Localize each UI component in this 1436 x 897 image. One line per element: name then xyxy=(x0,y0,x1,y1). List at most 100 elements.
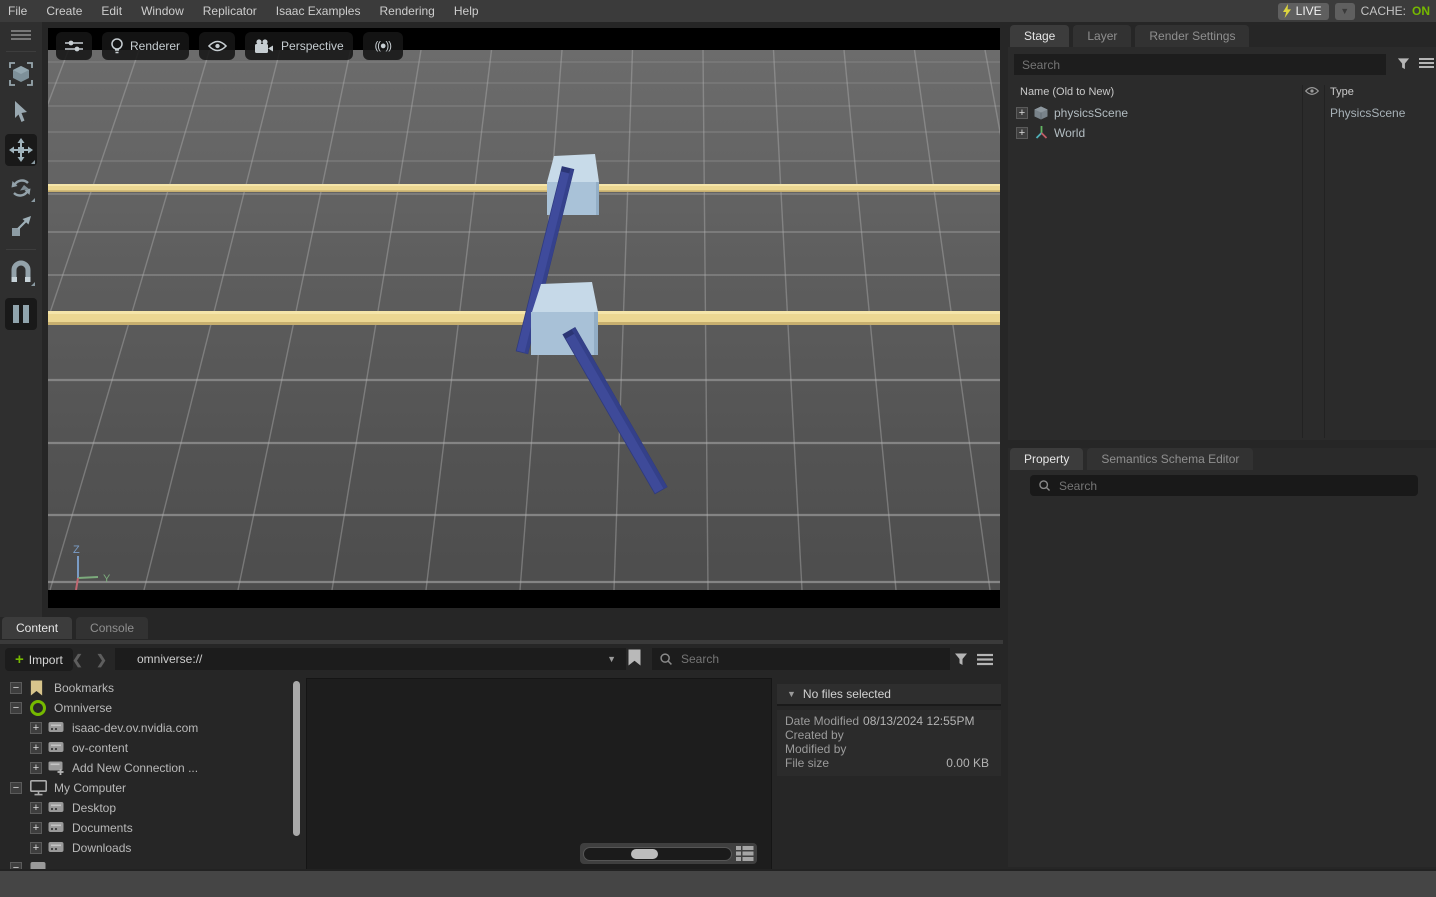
thumbnail-size-slider[interactable] xyxy=(580,843,757,864)
expand-plus-icon[interactable]: + xyxy=(30,742,42,754)
scale-tool-icon[interactable] xyxy=(5,210,37,242)
expand-plus-icon[interactable]: + xyxy=(1016,107,1028,119)
property-search[interactable] xyxy=(1030,475,1418,496)
stage-options-icon[interactable] xyxy=(1419,57,1434,69)
camera-label: Perspective xyxy=(281,39,344,53)
visibility-button[interactable] xyxy=(199,32,235,60)
tab-stage[interactable]: Stage xyxy=(1010,25,1069,47)
path-dropdown-icon[interactable]: ▼ xyxy=(607,654,616,664)
stage-search-input[interactable] xyxy=(1014,54,1386,75)
letterbox-bottom xyxy=(48,590,1000,608)
server-icon xyxy=(48,720,64,734)
expand-plus-icon[interactable]: + xyxy=(30,722,42,734)
folder-tree: − Bookmarks − Omniverse + isaac-dev.ov.n… xyxy=(0,678,303,883)
filter-funnel-icon[interactable] xyxy=(953,651,969,667)
tab-semantics-schema-editor[interactable]: Semantics Schema Editor xyxy=(1087,448,1253,470)
lightning-bolt-icon xyxy=(1282,4,1292,18)
prim-type: PhysicsScene xyxy=(1330,106,1405,120)
select-cursor-icon[interactable] xyxy=(5,96,37,128)
tree-item-bookmarks[interactable]: − Bookmarks xyxy=(0,678,303,698)
axis-z-label: Z xyxy=(73,544,80,556)
stage-row-physicsscene[interactable]: + physicsScene PhysicsScene xyxy=(1008,103,1436,123)
renderer-label: Renderer xyxy=(130,39,180,53)
details-header[interactable]: ▼ No files selected xyxy=(777,684,1001,706)
grid-view-icon[interactable] xyxy=(736,846,754,861)
filter-funnel-icon[interactable] xyxy=(1396,56,1411,71)
expand-plus-icon[interactable]: + xyxy=(1016,127,1028,139)
menu-lines-icon[interactable] xyxy=(5,26,37,44)
collapse-minus-icon[interactable]: − xyxy=(10,702,22,714)
import-button[interactable]: + Import xyxy=(5,648,73,671)
details-header-text: No files selected xyxy=(803,687,891,701)
viewport-settings-button[interactable] xyxy=(56,32,92,60)
expand-plus-icon[interactable]: + xyxy=(30,762,42,774)
expand-plus-icon[interactable]: + xyxy=(30,802,42,814)
frame-select-icon[interactable] xyxy=(5,58,37,90)
tree-item-documents[interactable]: + Documents xyxy=(0,818,303,838)
property-panel: Property Semantics Schema Editor xyxy=(1008,448,1436,867)
computer-icon xyxy=(30,780,47,796)
viewport-3d[interactable]: Z Y X Renderer xyxy=(48,28,1000,608)
forward-arrow-icon[interactable]: ❯ xyxy=(96,652,107,668)
collapse-minus-icon[interactable]: − xyxy=(10,682,22,694)
slider-thumb[interactable] xyxy=(631,849,658,859)
tab-render-settings[interactable]: Render Settings xyxy=(1135,25,1249,47)
tree-item-ov-content[interactable]: + ov-content xyxy=(0,738,303,758)
tree-item-add-new-connection[interactable]: + Add New Connection ... xyxy=(0,758,303,778)
content-search-input[interactable] xyxy=(673,648,950,670)
pause-icon[interactable] xyxy=(5,298,37,330)
cart-cube-lower[interactable] xyxy=(531,282,598,355)
menu-create[interactable]: Create xyxy=(46,4,82,18)
move-tool-icon[interactable] xyxy=(5,134,37,166)
bookmark-button[interactable] xyxy=(628,649,648,669)
live-dropdown-button[interactable]: ▼ xyxy=(1335,3,1355,20)
tree-scrollbar[interactable] xyxy=(293,681,300,836)
cube-icon xyxy=(1034,106,1048,120)
server-icon xyxy=(48,800,64,814)
live-button[interactable]: LIVE xyxy=(1278,3,1329,20)
tree-item-desktop[interactable]: + Desktop xyxy=(0,798,303,818)
menu-edit[interactable]: Edit xyxy=(101,4,122,18)
menu-file[interactable]: File xyxy=(8,4,27,18)
column-name-header[interactable]: Name (Old to New) xyxy=(1020,86,1114,98)
menu-window[interactable]: Window xyxy=(141,4,184,18)
tree-item-downloads[interactable]: + Downloads xyxy=(0,838,303,858)
rotate-tool-icon[interactable] xyxy=(5,172,37,204)
expand-plus-icon[interactable]: + xyxy=(30,822,42,834)
expand-plus-icon[interactable]: + xyxy=(30,842,42,854)
renderer-button[interactable]: Renderer xyxy=(102,32,189,60)
tab-layer[interactable]: Layer xyxy=(1073,25,1131,47)
tab-property[interactable]: Property xyxy=(1010,448,1083,470)
back-arrow-icon[interactable]: ❮ xyxy=(72,652,83,668)
menubar: File Create Edit Window Replicator Isaac… xyxy=(0,0,1436,22)
slider-track[interactable] xyxy=(583,847,732,861)
path-text[interactable]: omniverse:// xyxy=(137,652,607,666)
snap-magnet-icon[interactable] xyxy=(5,256,37,288)
menu-help[interactable]: Help xyxy=(454,4,479,18)
column-type-header[interactable]: Type xyxy=(1330,86,1354,98)
detail-row-created-by: Created by xyxy=(777,728,1001,742)
content-search[interactable] xyxy=(652,648,950,670)
tab-content[interactable]: Content xyxy=(2,617,72,639)
camera-button[interactable]: Perspective xyxy=(245,32,353,60)
property-search-input[interactable] xyxy=(1051,475,1418,496)
stage-row-world[interactable]: + World xyxy=(1008,123,1436,143)
tab-console[interactable]: Console xyxy=(76,617,148,639)
prim-name: physicsScene xyxy=(1054,106,1128,120)
tree-item-my-computer[interactable]: − My Computer xyxy=(0,778,303,798)
content-options-icon[interactable] xyxy=(977,653,993,666)
menu-rendering[interactable]: Rendering xyxy=(379,4,434,18)
menu-isaac-examples[interactable]: Isaac Examples xyxy=(276,4,361,18)
broadcast-button[interactable]: ((●)) xyxy=(363,32,403,60)
collapse-minus-icon[interactable]: − xyxy=(10,782,22,794)
tree-item-omniverse[interactable]: − Omniverse xyxy=(0,698,303,718)
broadcast-icon: ((●)) xyxy=(375,40,391,52)
tree-item-isaac-dev[interactable]: + isaac-dev.ov.nvidia.com xyxy=(0,718,303,738)
plus-icon: + xyxy=(15,651,24,668)
path-bar[interactable]: omniverse:// ▼ xyxy=(115,648,626,670)
bookmark-icon xyxy=(30,680,43,696)
search-icon xyxy=(1030,479,1051,492)
lightbulb-icon xyxy=(111,38,123,54)
menu-replicator[interactable]: Replicator xyxy=(203,4,257,18)
stage-search[interactable] xyxy=(1014,54,1386,75)
